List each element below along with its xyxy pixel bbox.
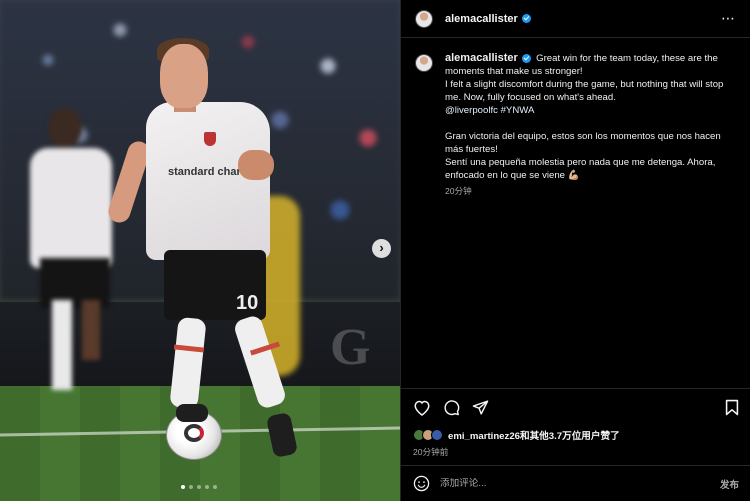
next-icon[interactable]: ›	[372, 239, 391, 258]
post-header: alemacallister ⋯	[401, 0, 750, 38]
caption-tags[interactable]: @liverpoolfc #YNWA	[445, 104, 736, 117]
post-time[interactable]: 20分钟	[445, 185, 736, 198]
bookmark-icon[interactable]	[725, 399, 739, 416]
player-arm	[238, 150, 274, 180]
caption-en-2: I felt a slight discomfort during the ga…	[445, 79, 724, 103]
post-photo[interactable]: G standard chartered 10 ›	[0, 0, 400, 501]
caption-es-1: Gran victoria del equipo, estos son los …	[445, 131, 721, 155]
verified-icon	[521, 14, 531, 23]
avatar	[431, 429, 443, 441]
player-head	[160, 44, 208, 108]
avatar[interactable]	[415, 9, 433, 28]
share-icon[interactable]	[472, 399, 489, 416]
emoji-icon[interactable]	[413, 475, 430, 492]
player-shirt	[146, 102, 270, 260]
caption-es-2: Sentí una pequeña molestia pero nada que…	[445, 157, 716, 181]
more-icon[interactable]: ⋯	[721, 10, 736, 27]
club-crest	[204, 132, 216, 146]
post-side-panel: alemacallister ⋯ alemacallister Great wi…	[400, 0, 750, 501]
caption-block: alemacallister Great win for the team to…	[401, 38, 750, 198]
carousel-dot	[213, 485, 217, 489]
likes-time: 20分钟前	[413, 447, 449, 457]
publish-button[interactable]: 发布	[720, 477, 739, 491]
caption-username[interactable]: alemacallister	[445, 52, 518, 64]
board-text: G	[330, 319, 371, 376]
likes-row: emi_martinez26和其他3.7万位用户赞了	[413, 428, 739, 442]
football-pattern	[184, 424, 204, 442]
verified-icon	[521, 53, 531, 63]
comment-bar: 发布	[401, 465, 750, 501]
caption: alemacallister Great win for the team to…	[445, 52, 736, 198]
header-username[interactable]: alemacallister	[445, 13, 518, 25]
likes-text[interactable]: emi_martinez26和其他3.7万位用户赞了	[448, 428, 620, 442]
carousel-dot	[205, 485, 209, 489]
background-player-body	[30, 148, 112, 268]
actions-area: emi_martinez26和其他3.7万位用户赞了 20分钟前	[401, 388, 750, 458]
carousel-dot	[197, 485, 201, 489]
comment-icon[interactable]	[443, 399, 460, 416]
heart-icon[interactable]	[413, 399, 431, 416]
carousel-dot	[181, 485, 185, 489]
action-icons	[413, 399, 739, 416]
background-player-leg	[82, 300, 100, 360]
carousel-dots	[181, 485, 217, 489]
carousel-dot	[189, 485, 193, 489]
comment-input[interactable]	[440, 478, 720, 489]
background-player-head	[48, 108, 82, 148]
player-boot	[176, 404, 208, 422]
background-player-leg	[52, 300, 72, 390]
shirt-number: 10	[236, 292, 259, 314]
avatar[interactable]	[415, 54, 433, 72]
